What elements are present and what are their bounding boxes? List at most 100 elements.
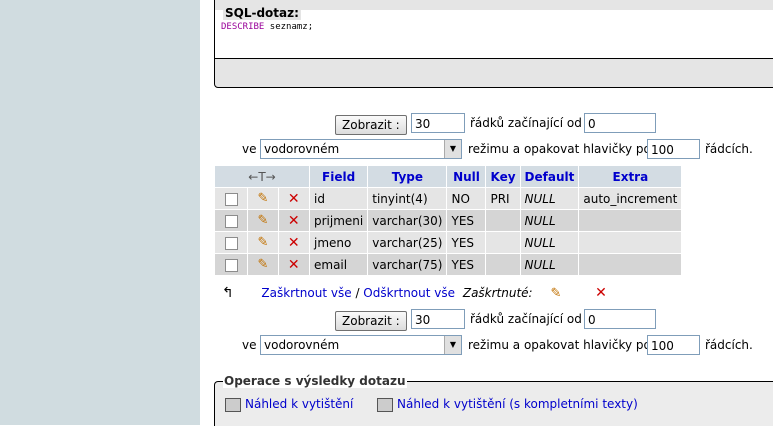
row-checkbox[interactable]: [224, 236, 238, 250]
column-header-extra[interactable]: Extra: [579, 166, 682, 187]
repeat-header-label-bottom: režimu a opakovat hlavičky po: [468, 338, 651, 352]
rows-count-input-bottom[interactable]: 30: [411, 309, 465, 329]
print-view-link[interactable]: Náhled k vytištění: [245, 397, 353, 411]
sql-legend: SQL-dotaz:: [223, 6, 301, 20]
row-checkbox-cell: [215, 232, 248, 253]
cell-null: YES: [447, 254, 486, 275]
delete-x-icon[interactable]: ✕: [288, 257, 300, 273]
sql-query-text: DESCRIBE seznamz;: [221, 22, 313, 32]
table-row: ✎ ✕ prijmeni varchar(30) YES NULL: [215, 210, 682, 231]
show-button-bottom[interactable]: Zobrazit :: [335, 311, 407, 331]
row-checkbox-cell: [215, 188, 248, 209]
arrow-up-left-icon: ↰: [222, 285, 234, 301]
delete-cell: ✕: [278, 232, 309, 253]
column-arrows-icon[interactable]: ←T→: [215, 166, 309, 187]
edit-cell: ✎: [248, 210, 278, 231]
delete-x-icon[interactable]: ✕: [288, 191, 300, 207]
edit-cell: ✎: [248, 254, 278, 275]
repeat-header-input-top[interactable]: 100: [647, 139, 700, 159]
cell-type: varchar(75): [368, 254, 447, 275]
show-button-top[interactable]: Zobrazit :: [335, 115, 407, 135]
repeat-header-label-top: režimu a opakovat hlavičky po: [468, 142, 651, 156]
cell-key: [486, 232, 520, 253]
rows-from-label-top: řádků začínající od: [470, 116, 582, 130]
column-header-type[interactable]: Type: [368, 166, 447, 187]
cell-key: [486, 210, 520, 231]
cell-field: prijmeni: [310, 210, 368, 231]
column-header-key[interactable]: Key: [486, 166, 520, 187]
cell-field: id: [310, 188, 368, 209]
cell-null: NO: [447, 188, 486, 209]
cell-extra: [579, 210, 682, 231]
table-row: ✎ ✕ jmeno varchar(25) YES NULL: [215, 232, 682, 253]
uncheck-all-link[interactable]: Odškrtnout vše: [363, 286, 455, 300]
rows-count-input-top[interactable]: 30: [411, 113, 465, 133]
query-operations-box: Operace s výsledky dotazu Náhled k vytiš…: [214, 374, 773, 426]
printer-icon: [377, 397, 394, 412]
cell-type: varchar(30): [368, 210, 447, 231]
check-all-link[interactable]: Zaškrtnout vše: [261, 286, 351, 300]
start-row-input-bottom[interactable]: 0: [584, 309, 656, 329]
chevron-down-icon: ▼: [444, 336, 461, 354]
cell-extra: [579, 232, 682, 253]
in-label-top: ve: [242, 142, 257, 156]
chevron-down-icon: ▼: [444, 140, 461, 158]
left-navigation-frame: [0, 0, 200, 425]
display-mode-value-bottom: vodorovném: [264, 338, 340, 352]
row-checkbox[interactable]: [224, 258, 238, 272]
row-checkbox-cell: [215, 210, 248, 231]
pencil-icon[interactable]: ✎: [550, 286, 561, 301]
display-mode-select-top[interactable]: vodorovném ▼: [260, 139, 462, 159]
column-header-default[interactable]: Default: [520, 166, 579, 187]
delete-x-icon[interactable]: ✕: [595, 285, 607, 301]
cell-field: jmeno: [310, 232, 368, 253]
cell-extra: [579, 254, 682, 275]
cell-default: NULL: [520, 210, 579, 231]
printer-icon: [225, 397, 241, 412]
table-row: ✎ ✕ id tinyint(4) NO PRI NULL auto_incre…: [215, 188, 682, 209]
edit-cell: ✎: [248, 188, 278, 209]
cell-key: [486, 254, 520, 275]
cell-default: NULL: [520, 188, 579, 209]
repeat-header-input-bottom[interactable]: 100: [647, 335, 700, 355]
delete-cell: ✕: [278, 254, 309, 275]
delete-cell: ✕: [278, 188, 309, 209]
cell-null: YES: [447, 232, 486, 253]
delete-x-icon[interactable]: ✕: [288, 213, 300, 229]
display-mode-value-top: vodorovném: [264, 142, 340, 156]
in-label-bottom: ve: [242, 338, 257, 352]
cell-type: varchar(25): [368, 232, 447, 253]
pencil-icon[interactable]: ✎: [258, 213, 269, 228]
main-content: DESCRIBE seznamz; SQL-dotaz: Zobrazit : …: [200, 0, 773, 426]
sql-query-box: DESCRIBE seznamz; SQL-dotaz:: [214, 0, 773, 88]
row-checkbox-cell: [215, 254, 248, 275]
table-header-row: ←T→ Field Type Null Key Default Extra: [215, 166, 682, 187]
row-checkbox[interactable]: [224, 214, 238, 228]
table-row: ✎ ✕ email varchar(75) YES NULL: [215, 254, 682, 275]
operations-links: Náhled k vytištění Náhled k vytištění (s…: [225, 397, 638, 412]
print-view-full-link[interactable]: Náhled k vytištění (s kompletními texty): [397, 397, 638, 411]
cell-key: PRI: [486, 188, 520, 209]
rows-from-label-bottom: řádků začínající od: [470, 312, 582, 326]
results-table: ←T→ Field Type Null Key Default Extra ✎ …: [214, 165, 682, 276]
column-header-field[interactable]: Field: [310, 166, 368, 187]
operations-legend: Operace s výsledky dotazu: [223, 374, 407, 388]
edit-cell: ✎: [248, 232, 278, 253]
delete-cell: ✕: [278, 210, 309, 231]
row-checkbox[interactable]: [224, 192, 238, 206]
cell-null: YES: [447, 210, 486, 231]
cell-default: NULL: [520, 232, 579, 253]
delete-x-icon[interactable]: ✕: [288, 235, 300, 251]
pencil-icon[interactable]: ✎: [258, 191, 269, 206]
column-header-null[interactable]: Null: [447, 166, 486, 187]
sql-query-rest: seznamz;: [264, 22, 314, 32]
start-row-input-top[interactable]: 0: [584, 113, 656, 133]
rows-suffix-bottom: řádcích.: [705, 338, 753, 352]
pencil-icon[interactable]: ✎: [258, 235, 269, 250]
rows-suffix-top: řádcích.: [705, 142, 753, 156]
display-mode-select-bottom[interactable]: vodorovném ▼: [260, 335, 462, 355]
cell-type: tinyint(4): [368, 188, 447, 209]
pencil-icon[interactable]: ✎: [258, 257, 269, 272]
with-selected-label: Zaškrtnuté:: [462, 286, 533, 300]
check-separator: /: [351, 286, 364, 300]
